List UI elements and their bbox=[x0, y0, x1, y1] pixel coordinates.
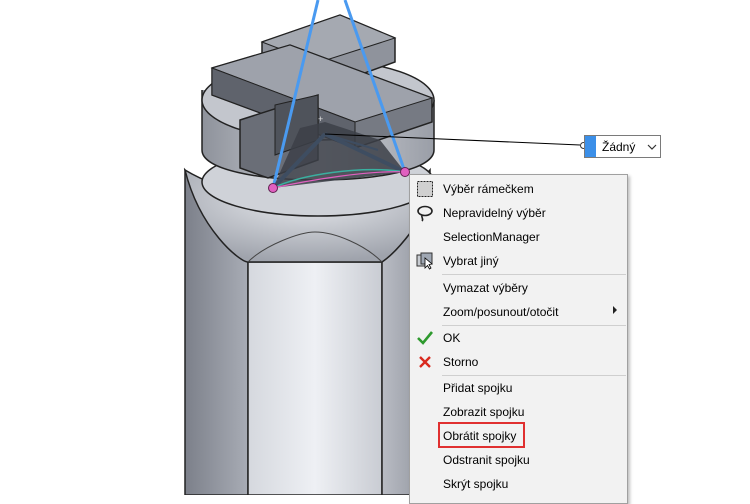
chevron-down-icon[interactable] bbox=[644, 136, 660, 157]
menu-item-label: Storno bbox=[443, 355, 479, 369]
menu-item-label: Zoom/posunout/otočit bbox=[443, 305, 559, 319]
cross-icon bbox=[416, 353, 434, 371]
menu-item-add-connector[interactable]: Přidat spojku bbox=[410, 376, 627, 400]
lasso-icon bbox=[416, 204, 434, 222]
check-icon bbox=[416, 329, 434, 347]
menu-item-label: Odstranit spojku bbox=[443, 453, 530, 467]
menu-item-clear-selections[interactable]: Vymazat výběry bbox=[410, 276, 627, 300]
menu-item-label: Zobrazit spojku bbox=[443, 405, 525, 419]
highlight-frame bbox=[438, 422, 525, 448]
menu-item-lasso-select[interactable]: Nepravidelný výběr bbox=[410, 201, 627, 225]
menu-item-label: Skrýt spojku bbox=[443, 477, 509, 491]
menu-item-show-connector[interactable]: Zobrazit spojku bbox=[410, 400, 627, 424]
menu-item-zoom-pan-rotate[interactable]: Zoom/posunout/otočit bbox=[410, 300, 627, 324]
dropdown-value: Žádný bbox=[602, 139, 636, 154]
menu-item-label: Vymazat výběry bbox=[443, 281, 528, 295]
menu-item-label: Nepravidelný výběr bbox=[443, 206, 546, 220]
menu-item-ok[interactable]: OK bbox=[410, 326, 627, 350]
submenu-arrow-icon bbox=[613, 306, 617, 314]
menu-item-label: Vybrat jiný bbox=[443, 254, 499, 268]
screw-bit-model: + bbox=[183, 0, 581, 495]
menu-item-label: OK bbox=[443, 331, 461, 345]
box-select-icon bbox=[416, 180, 434, 198]
menu-item-select-other[interactable]: Vybrat jiný bbox=[410, 249, 627, 273]
menu-item-box-select[interactable]: Výběr rámečkem bbox=[410, 177, 627, 201]
model-viewport[interactable]: + bbox=[0, 0, 750, 495]
menu-item-label: Výběr rámečkem bbox=[443, 182, 534, 196]
menu-item-label: SelectionManager bbox=[443, 230, 540, 244]
connector-selection-dropdown[interactable]: Žádný bbox=[584, 135, 661, 158]
dropdown-accent bbox=[585, 136, 596, 157]
menu-item-hide-connector[interactable]: Skrýt spojku bbox=[410, 472, 627, 496]
menu-item-selection-manager[interactable]: SelectionManager bbox=[410, 225, 627, 249]
select-other-icon bbox=[416, 252, 434, 270]
menu-item-cancel[interactable]: Storno bbox=[410, 350, 627, 374]
menu-separator bbox=[442, 274, 626, 275]
menu-item-remove-connector[interactable]: Odstranit spojku bbox=[410, 448, 627, 472]
menu-item-label: Přidat spojku bbox=[443, 381, 513, 395]
context-menu: Výběr rámečkem Nepravidelný výběr Select… bbox=[409, 174, 628, 504]
svg-text:+: + bbox=[318, 114, 323, 124]
